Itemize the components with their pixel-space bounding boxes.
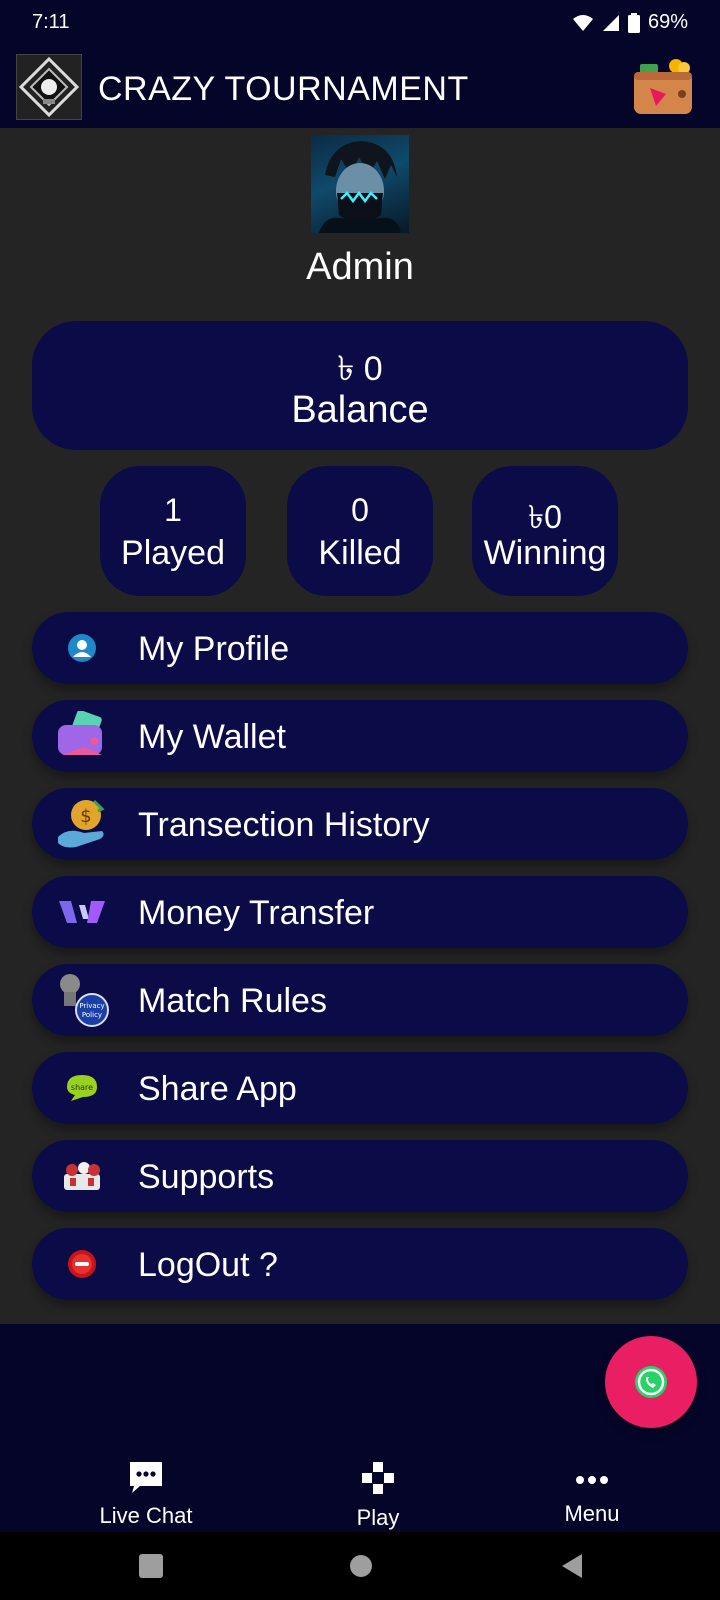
transfer-icon <box>54 886 110 938</box>
money-hand-icon: $ <box>54 798 110 850</box>
stat-label: Killed <box>318 534 402 572</box>
more-icon <box>576 1476 608 1484</box>
profile-panel: Admin ৳ 0 Balance 1 Played 0 Killed ৳0 W… <box>0 128 720 1324</box>
menu-item-supports[interactable]: Supports <box>32 1140 688 1212</box>
svg-text:$: $ <box>80 806 91 827</box>
nav-menu[interactable]: Menu <box>492 1468 692 1527</box>
gamepad-icon <box>362 1462 394 1494</box>
menu-item-transection-history[interactable]: $ Transection History <box>32 788 688 860</box>
svg-text:share: share <box>71 1083 93 1092</box>
battery-percent: 69% <box>647 11 688 33</box>
battery-icon <box>627 12 640 33</box>
svg-text:Privacy: Privacy <box>79 1002 104 1010</box>
stat-label: Played <box>121 534 225 572</box>
menu-label: Transection History <box>138 806 430 844</box>
menu-label: Supports <box>138 1158 275 1196</box>
privacy-policy-icon: Privacy Policy <box>54 974 110 1027</box>
menu-item-logout[interactable]: LogOut ? <box>32 1228 688 1300</box>
nav-label: Live Chat <box>99 1503 193 1528</box>
stat-value: 1 <box>164 492 182 528</box>
menu-item-match-rules[interactable]: Privacy Policy Match Rules <box>32 964 688 1036</box>
home-icon[interactable] <box>349 1554 373 1578</box>
profile-icon <box>54 622 110 674</box>
stat-winning: ৳0 Winning <box>472 466 618 596</box>
wifi-icon <box>572 14 593 31</box>
menu-label: My Profile <box>138 630 290 668</box>
username: Admin <box>306 246 414 288</box>
menu-item-my-wallet[interactable]: My Wallet <box>32 700 688 772</box>
menu-item-share-app[interactable]: share Share App <box>32 1052 688 1124</box>
chat-icon <box>130 1462 162 1493</box>
nav-label: Play <box>356 1505 400 1530</box>
logout-icon <box>54 1238 110 1290</box>
share-icon: share <box>54 1062 110 1114</box>
stat-value: 0 <box>351 492 369 528</box>
menu-label: LogOut ? <box>138 1246 278 1284</box>
nav-play[interactable]: Play <box>278 1460 478 1531</box>
shield-logo-icon <box>16 54 82 120</box>
svg-text:Policy: Policy <box>82 1011 102 1019</box>
balance-label: Balance <box>291 389 429 431</box>
stat-played: 1 Played <box>100 466 246 596</box>
status-icons: 69% <box>572 11 688 34</box>
status-bar: 7:11 69% <box>0 0 720 48</box>
stat-killed: 0 Killed <box>287 466 433 596</box>
back-icon[interactable] <box>560 1552 584 1580</box>
stat-label: Winning <box>483 534 607 572</box>
wallet-icon[interactable] <box>632 58 694 116</box>
menu-label: My Wallet <box>138 718 286 756</box>
menu-label: Match Rules <box>138 982 327 1020</box>
menu-label: Money Transfer <box>138 894 375 932</box>
balance-card: ৳ 0 Balance <box>32 321 688 450</box>
nav-label: Menu <box>564 1501 620 1526</box>
status-time: 7:11 <box>32 11 70 33</box>
avatar <box>311 135 409 233</box>
nav-live-chat[interactable]: Live Chat <box>46 1460 246 1529</box>
system-nav-bar <box>0 1532 720 1600</box>
app-title: CRAZY TOURNAMENT <box>98 70 469 108</box>
wallet-icon <box>54 710 110 762</box>
signal-icon <box>602 14 619 31</box>
support-icon <box>54 1150 110 1202</box>
app-bar: CRAZY TOURNAMENT <box>0 48 720 128</box>
menu-item-my-profile[interactable]: My Profile <box>32 612 688 684</box>
bottom-nav: Live Chat Play Menu <box>0 1324 720 1532</box>
menu-label: Share App <box>138 1070 297 1108</box>
menu-item-money-transfer[interactable]: Money Transfer <box>32 876 688 948</box>
recents-icon[interactable] <box>139 1554 163 1578</box>
